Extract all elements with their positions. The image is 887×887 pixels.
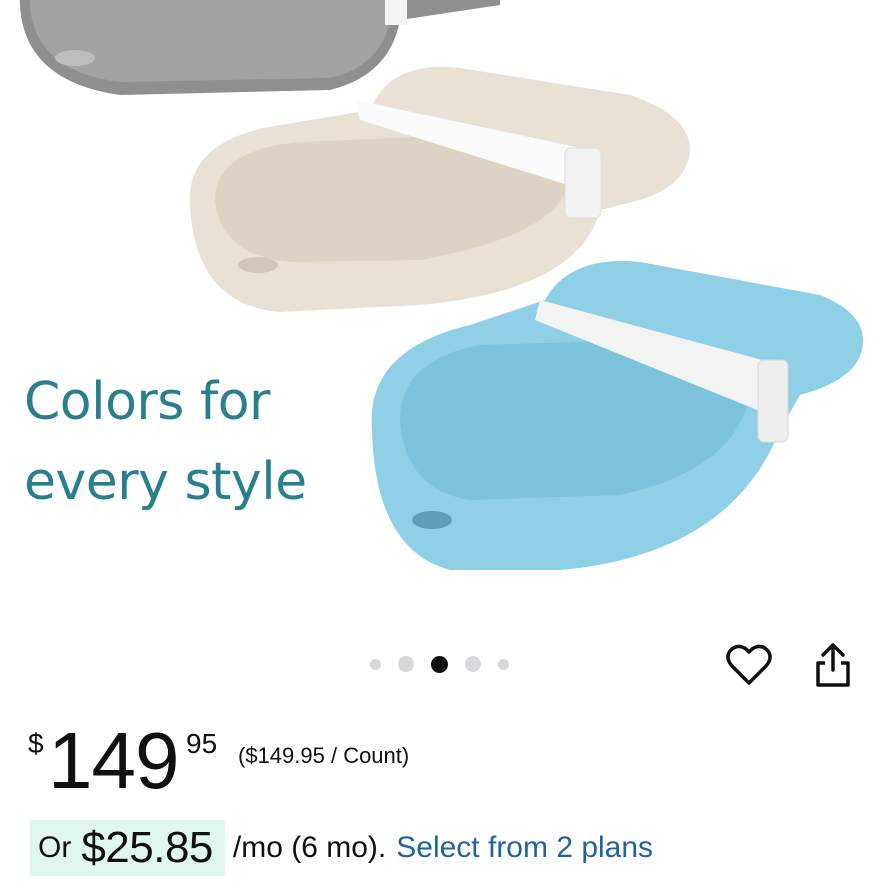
share-icon: [816, 643, 850, 687]
share-button[interactable]: [808, 640, 858, 690]
carousel-dot[interactable]: [498, 658, 509, 670]
carousel-indicator: [370, 655, 526, 673]
carousel-dot[interactable]: [370, 658, 381, 670]
changing-pads-illustration: [19, 0, 864, 570]
select-plans-link[interactable]: Select from 2 plans: [396, 831, 653, 865]
price-currency: $: [28, 728, 44, 759]
carousel-dot[interactable]: [398, 656, 414, 672]
installment-prefix: Or: [38, 831, 72, 864]
headline-line-1: Colors for: [24, 372, 270, 432]
carousel-dot[interactable]: [465, 656, 481, 672]
carousel-dot-active[interactable]: [431, 655, 448, 673]
product-image[interactable]: Colors for every style: [0, 0, 887, 630]
installment-amount: $25.85: [81, 823, 213, 872]
installment-offer: Or $25.85 /mo (6 mo). Select from 2 plan…: [30, 820, 653, 876]
hero-headline: Colors for every style: [24, 362, 307, 522]
headline-line-2: every style: [24, 452, 307, 512]
installment-pill: Or $25.85: [30, 820, 225, 876]
installment-term: /mo (6 mo).: [232, 831, 387, 864]
price-whole: 149: [48, 716, 179, 805]
heart-icon: [726, 644, 772, 685]
price-fraction: 95: [186, 728, 218, 759]
blue-pad: [371, 261, 864, 570]
unit-price: ($149.95 / Count): [238, 743, 410, 768]
favorite-button[interactable]: [724, 640, 774, 690]
